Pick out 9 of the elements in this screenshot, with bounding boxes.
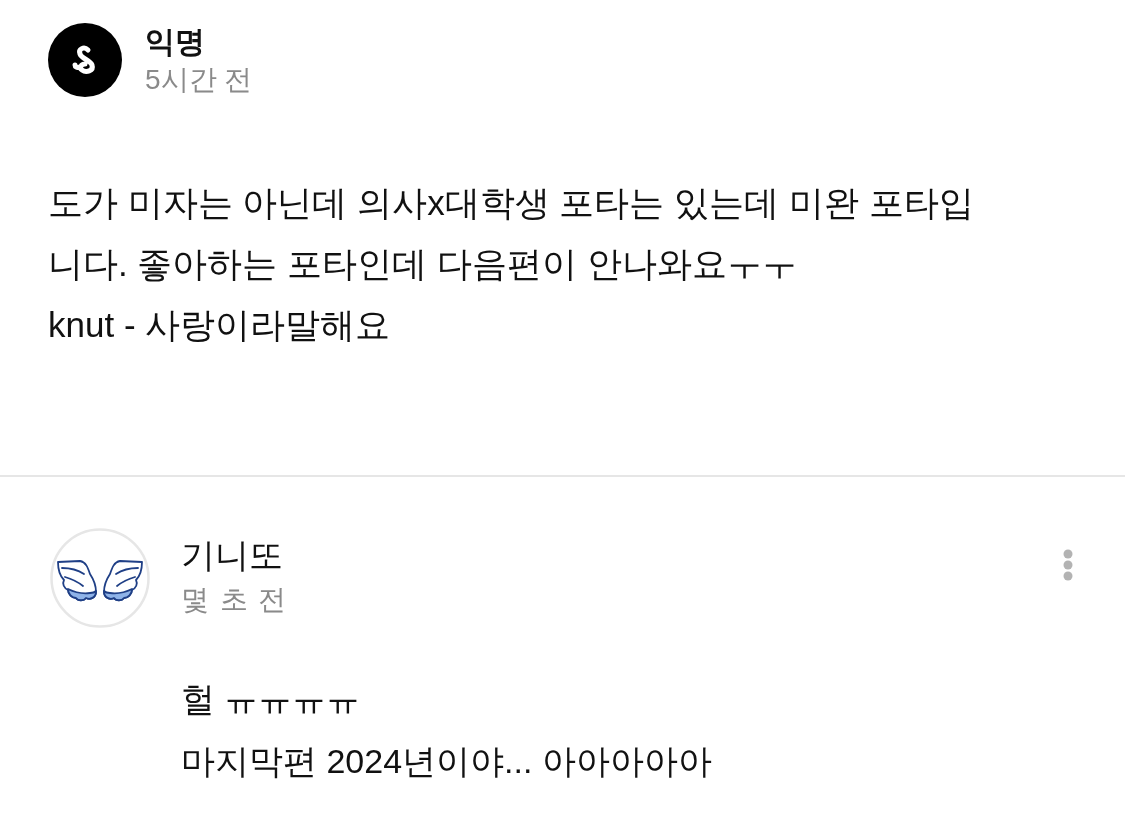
more-options-icon[interactable] [1063, 549, 1073, 581]
post-text: 도가 미자는 아닌데 의사x대학생 포타는 있는데 미완 포타입 니다. 좋아하는 포타인데 다음편이 안나와요ㅜㅜ knut - 사랑이라말해요 [48, 182, 974, 346]
author-name: 익명 [145, 24, 205, 60]
logo-avatar-icon [48, 23, 122, 97]
commenter-name: 기니또 [181, 535, 283, 576]
post-time: 5시간 전 [145, 63, 253, 97]
comment-time: 몇 초 전 [181, 583, 288, 617]
wings-avatar-icon [50, 528, 150, 628]
comment-text: 헐 ㅠㅠㅠㅠ 마지막편 2024년이야... 아아아아아 [181, 679, 712, 782]
